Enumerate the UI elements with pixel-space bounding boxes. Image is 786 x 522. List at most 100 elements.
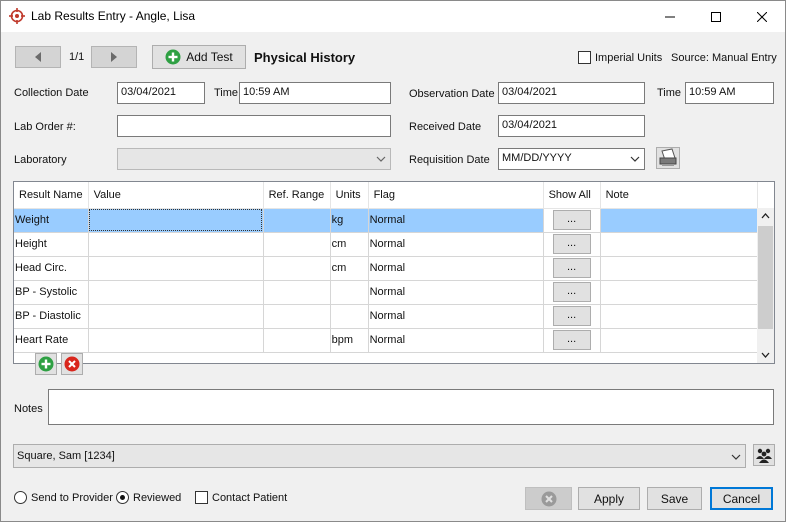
add-test-label: Add Test xyxy=(186,50,233,64)
units-cell[interactable] xyxy=(330,280,369,305)
results-table: Result Name Value Ref. Range Units Flag … xyxy=(14,182,758,353)
flag-cell[interactable]: Normal xyxy=(368,304,544,329)
units-cell[interactable] xyxy=(330,304,369,329)
note-cell[interactable] xyxy=(600,232,758,257)
result-name-cell[interactable]: Heart Rate xyxy=(14,328,89,353)
show-all-button[interactable]: ... xyxy=(552,282,591,302)
ref-range-cell[interactable] xyxy=(263,208,331,233)
result-name-cell[interactable]: Weight xyxy=(14,208,89,233)
lab-order-field[interactable] xyxy=(117,115,391,137)
minimize-button[interactable] xyxy=(647,1,693,32)
col-header-note[interactable]: Note xyxy=(600,182,758,209)
collection-date-field[interactable]: 03/04/2021 xyxy=(117,82,205,104)
ref-range-cell[interactable] xyxy=(263,328,331,353)
note-cell[interactable] xyxy=(600,208,758,233)
title-bar: Lab Results Entry - Angle, Lisa xyxy=(1,1,785,32)
table-row[interactable]: Height cm Normal ... xyxy=(14,232,758,257)
requisition-print-button[interactable] xyxy=(656,147,680,169)
table-row[interactable]: Weight kg Normal ... xyxy=(14,208,758,233)
cancel-button[interactable]: Cancel xyxy=(710,487,773,510)
chevron-down-icon xyxy=(731,454,741,460)
result-name-cell[interactable]: BP - Diastolic xyxy=(14,304,89,329)
note-cell[interactable] xyxy=(600,256,758,281)
observation-time-field[interactable]: 10:59 AM xyxy=(685,82,774,104)
notes-field[interactable] xyxy=(48,389,774,425)
imperial-units-checkbox[interactable] xyxy=(578,51,591,64)
value-cell[interactable] xyxy=(88,232,264,257)
add-row-button[interactable] xyxy=(35,353,57,375)
collection-time-field[interactable]: 10:59 AM xyxy=(239,82,391,104)
ref-range-cell[interactable] xyxy=(263,256,331,281)
result-name-cell[interactable]: BP - Systolic xyxy=(14,280,89,305)
note-cell[interactable] xyxy=(600,328,758,353)
reviewed-radio[interactable] xyxy=(116,491,129,504)
result-name-cell[interactable]: Head Circ. xyxy=(14,256,89,281)
show-all-button[interactable]: ... xyxy=(552,258,591,278)
scrollbar-thumb[interactable] xyxy=(758,226,773,329)
show-all-button[interactable]: ... xyxy=(552,234,591,254)
previous-button[interactable] xyxy=(15,46,61,68)
col-header-flag[interactable]: Flag xyxy=(368,182,544,209)
clear-button[interactable] xyxy=(525,487,572,510)
col-header-result-name[interactable]: Result Name xyxy=(14,182,89,209)
flag-cell[interactable]: Normal xyxy=(368,328,544,353)
value-cell[interactable] xyxy=(88,256,264,281)
value-cell[interactable] xyxy=(88,304,264,329)
show-all-button[interactable]: ... xyxy=(552,306,591,326)
received-date-field[interactable]: 03/04/2021 xyxy=(498,115,645,137)
col-header-units[interactable]: Units xyxy=(330,182,369,209)
ref-range-cell[interactable] xyxy=(263,280,331,305)
units-cell[interactable]: cm xyxy=(330,232,369,257)
table-row[interactable]: BP - Diastolic Normal ... xyxy=(14,304,758,329)
app-target-icon xyxy=(9,8,25,24)
scroll-up-icon[interactable] xyxy=(761,213,770,219)
note-cell[interactable] xyxy=(600,280,758,305)
ref-range-cell[interactable] xyxy=(263,232,331,257)
notes-label: Notes xyxy=(14,403,43,415)
col-header-value[interactable]: Value xyxy=(88,182,264,209)
send-to-provider-radio[interactable] xyxy=(14,491,27,504)
flag-cell[interactable]: Normal xyxy=(368,256,544,281)
send-to-provider-label: Send to Provider xyxy=(31,492,113,504)
ref-range-cell[interactable] xyxy=(263,304,331,329)
col-header-ref-range[interactable]: Ref. Range xyxy=(263,182,331,209)
col-header-show-all[interactable]: Show All xyxy=(543,182,601,209)
show-all-cell: ... xyxy=(543,208,601,233)
show-all-button[interactable]: ... xyxy=(552,330,591,350)
provider-dropdown[interactable]: Square, Sam [1234] xyxy=(13,444,746,468)
scroll-down-icon[interactable] xyxy=(761,352,770,358)
lab-results-window: Lab Results Entry - Angle, Lisa 1/1 Add … xyxy=(0,0,786,522)
next-button[interactable] xyxy=(91,46,137,68)
flag-cell[interactable]: Normal xyxy=(368,280,544,305)
value-cell[interactable] xyxy=(88,280,264,305)
table-row[interactable]: Heart Rate bpm Normal ... xyxy=(14,328,758,353)
save-button[interactable]: Save xyxy=(647,487,702,510)
show-all-button[interactable]: ... xyxy=(552,210,591,230)
add-test-button[interactable]: Add Test xyxy=(152,45,246,69)
observation-date-field[interactable]: 03/04/2021 xyxy=(498,82,645,104)
laboratory-dropdown[interactable] xyxy=(117,148,391,170)
table-row[interactable]: BP - Systolic Normal ... xyxy=(14,280,758,305)
provider-value: Square, Sam [1234] xyxy=(17,450,115,462)
apply-button[interactable]: Apply xyxy=(578,487,640,510)
maximize-button[interactable] xyxy=(693,1,739,32)
contact-patient-checkbox[interactable] xyxy=(195,491,208,504)
chevron-down-icon xyxy=(376,156,386,162)
result-name-cell[interactable]: Height xyxy=(14,232,89,257)
value-cell[interactable] xyxy=(88,208,264,233)
requisition-date-dropdown[interactable]: MM/DD/YYYY xyxy=(498,148,645,170)
requisition-date-label: Requisition Date xyxy=(409,154,490,166)
table-row[interactable]: Head Circ. cm Normal ... xyxy=(14,256,758,281)
results-grid[interactable]: Result Name Value Ref. Range Units Flag … xyxy=(13,181,775,364)
units-cell[interactable]: cm xyxy=(330,256,369,281)
delete-row-button[interactable] xyxy=(61,353,83,375)
units-cell[interactable]: bpm xyxy=(330,328,369,353)
provider-group-button[interactable] xyxy=(753,444,775,466)
units-cell[interactable]: kg xyxy=(330,208,369,233)
flag-cell[interactable]: Normal xyxy=(368,232,544,257)
close-button[interactable] xyxy=(739,1,785,32)
flag-cell[interactable]: Normal xyxy=(368,208,544,233)
note-cell[interactable] xyxy=(600,304,758,329)
grid-vertical-scrollbar[interactable] xyxy=(757,208,774,363)
value-cell[interactable] xyxy=(88,328,264,353)
